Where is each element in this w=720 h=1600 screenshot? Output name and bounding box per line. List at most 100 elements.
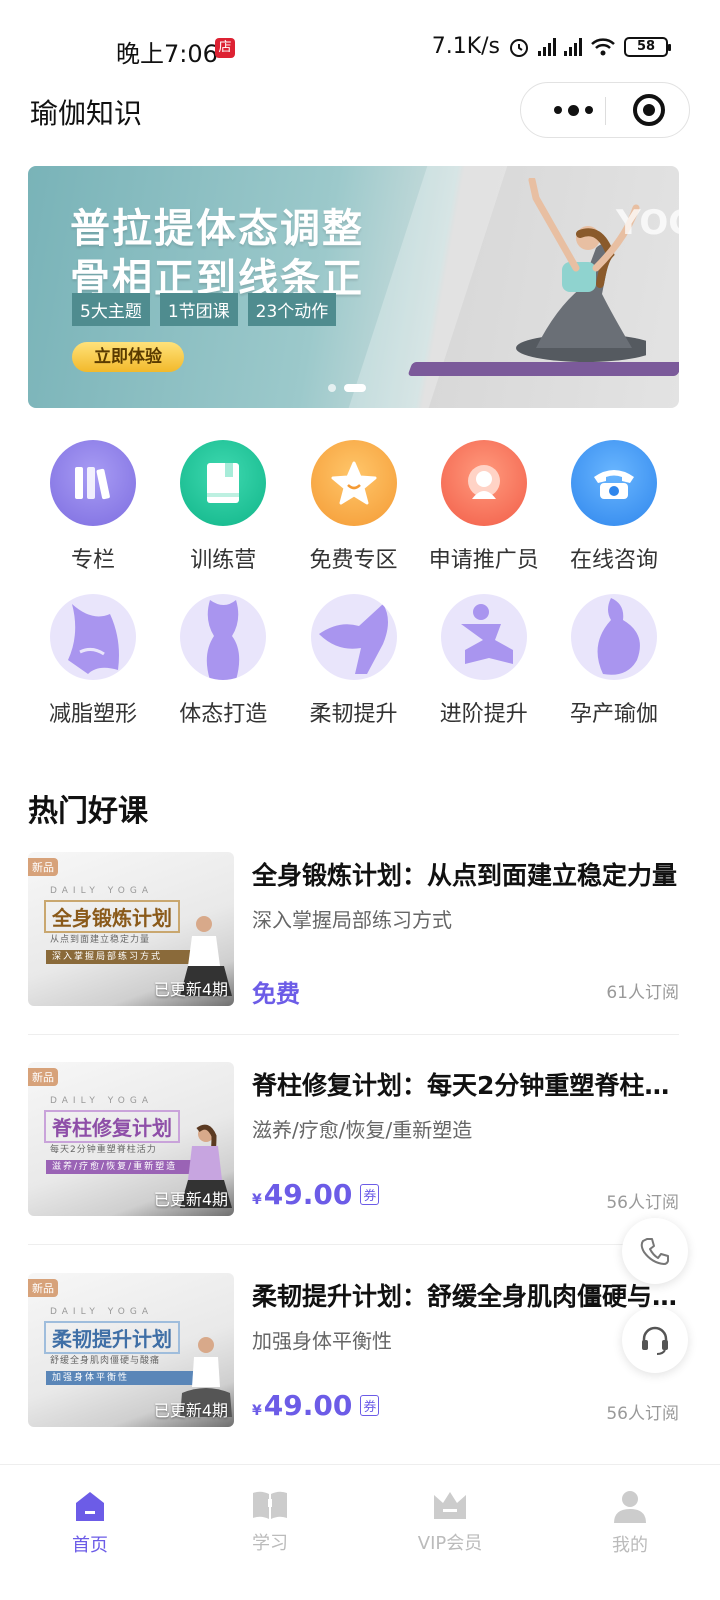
phone-call-button[interactable] xyxy=(622,1218,688,1284)
user-icon xyxy=(614,1491,646,1523)
dot-icon xyxy=(567,104,579,116)
waist-icon xyxy=(50,594,136,680)
course-card[interactable]: 新品 DAILY YOGA 柔韧提升计划 舒缓全身肌肉僵硬与酸痛 加强身体平衡性… xyxy=(28,1273,679,1433)
wifi-icon xyxy=(591,37,615,55)
alarm-icon xyxy=(510,38,528,57)
tab-home[interactable]: 首页 xyxy=(0,1465,180,1600)
more-button[interactable] xyxy=(543,83,603,137)
course-title: 柔韧提升计划：舒缓全身肌肉僵硬与酸痛 xyxy=(252,1282,679,1311)
grid-item-posture[interactable]: 体态打造 xyxy=(158,594,288,728)
thumb-brand: DAILY YOGA xyxy=(50,886,153,896)
home-icon xyxy=(76,1492,104,1521)
currency-symbol: ¥ xyxy=(252,1192,262,1208)
thumb-strip: 加强身体平衡性 xyxy=(46,1371,196,1385)
update-count: 已更新4期 xyxy=(153,1401,228,1420)
grid-item-advanced[interactable]: 进阶提升 xyxy=(419,594,549,728)
new-badge: 新品 xyxy=(28,1279,58,1297)
phone-icon xyxy=(640,1238,669,1265)
section-title-hot-courses: 热门好课 xyxy=(28,794,148,829)
tab-vip[interactable]: VIP会员 xyxy=(360,1465,540,1600)
stretch-icon xyxy=(310,594,397,680)
notebook-icon xyxy=(180,440,267,526)
grid-item-label: 专栏 xyxy=(70,548,115,573)
grid-item-label: 免费专区 xyxy=(309,548,398,573)
thumb-strip: 深入掌握局部练习方式 xyxy=(46,950,196,964)
course-card[interactable]: 新品 DAILY YOGA 脊柱修复计划 每天2分钟重塑脊柱活力 滋养/疗愈/恢… xyxy=(28,1062,679,1222)
pregnancy-icon xyxy=(571,594,657,680)
grid-item-flexibility[interactable]: 柔韧提升 xyxy=(289,594,419,728)
thumb-title: 柔韧提升计划 xyxy=(44,1321,180,1354)
customer-service-button[interactable] xyxy=(622,1307,688,1373)
banner-tags: 5大主题 1节团课 23个动作 xyxy=(72,293,337,326)
bottom-tab-bar: 首页 学习 VIP会员 我的 xyxy=(0,1464,720,1600)
battery-icon: 58 xyxy=(624,36,671,57)
promo-banner[interactable]: 普拉提体态调整 骨相正到线条正 5大主题 1节团课 23个动作 立即体验 YOG… xyxy=(28,166,679,408)
grid-item-column[interactable]: 专栏 xyxy=(28,440,158,574)
banner-side-text: YOGA xyxy=(616,203,679,243)
tab-label: 学习 xyxy=(252,1533,288,1554)
course-price: ¥ 49.00 券 xyxy=(252,1178,380,1211)
update-count: 已更新4期 xyxy=(153,980,228,999)
capsule-divider xyxy=(605,97,606,125)
course-card[interactable]: 新品 DAILY YOGA 全身锻炼计划 从点到面建立稳定力量 深入掌握局部练习… xyxy=(28,852,679,1012)
course-price: ¥ 49.00 券 xyxy=(252,1389,380,1422)
category-grid: 专栏 训练营 免费专区 申请推广员 在线咨询 减脂塑形 体态打造 柔韧提升 进阶… xyxy=(28,440,679,728)
crown-icon xyxy=(434,1492,466,1519)
grid-item-label: 柔韧提升 xyxy=(309,702,398,727)
grid-item-consult[interactable]: 在线咨询 xyxy=(549,440,679,574)
divider xyxy=(28,1244,679,1245)
signal-icon xyxy=(538,37,556,56)
status-time: 晚上7:06 xyxy=(116,40,218,68)
grid-item-label: 训练营 xyxy=(190,548,257,573)
grid-item-free-zone[interactable]: 免费专区 xyxy=(289,440,419,574)
tab-label: 我的 xyxy=(612,1535,648,1556)
grid-item-camp[interactable]: 训练营 xyxy=(158,440,288,574)
grid-item-label: 进阶提升 xyxy=(439,702,528,727)
subscriber-count: 56人订阅 xyxy=(606,1404,679,1424)
new-badge: 新品 xyxy=(28,1068,58,1086)
currency-symbol: ¥ xyxy=(252,1403,262,1419)
dot-icon xyxy=(584,106,593,114)
coupon-badge: 券 xyxy=(360,1395,380,1416)
books-icon xyxy=(50,440,136,526)
thumb-subtitle: 每天2分钟重塑脊柱活力 xyxy=(50,1145,157,1155)
signal-icon-2 xyxy=(564,37,582,56)
posture-icon xyxy=(180,594,267,680)
grid-item-fat-loss[interactable]: 减脂塑形 xyxy=(28,594,158,728)
update-count: 已更新4期 xyxy=(153,1190,228,1209)
course-title: 全身锻炼计划：从点到面建立稳定力量 xyxy=(252,861,678,890)
banner-tag: 23个动作 xyxy=(247,293,337,326)
thumb-title: 脊柱修复计划 xyxy=(44,1110,180,1143)
grid-row-2: 减脂塑形 体态打造 柔韧提升 进阶提升 孕产瑜伽 xyxy=(28,594,679,728)
course-description: 加强身体平衡性 xyxy=(252,1329,392,1353)
thumb-strip: 滋养/疗愈/恢复/重新塑造 xyxy=(46,1160,196,1174)
subscriber-count: 56人订阅 xyxy=(606,1193,679,1213)
pagination-dot-active xyxy=(344,384,366,392)
grid-item-promoter[interactable]: 申请推广员 xyxy=(419,440,549,574)
tab-label: 首页 xyxy=(72,1535,108,1556)
tab-profile[interactable]: 我的 xyxy=(540,1465,720,1600)
course-description: 滋养/疗愈/恢复/重新塑造 xyxy=(252,1118,473,1142)
banner-pagination xyxy=(328,384,366,392)
status-right: 7.1K/s 58 xyxy=(432,34,671,59)
star-icon xyxy=(310,440,397,526)
grid-item-prenatal[interactable]: 孕产瑜伽 xyxy=(549,594,679,728)
thumb-brand: DAILY YOGA xyxy=(50,1096,153,1106)
subscriber-count: 61人订阅 xyxy=(606,983,679,1003)
banner-tag: 1节团课 xyxy=(159,293,238,326)
thumb-subtitle: 从点到面建立稳定力量 xyxy=(50,935,151,945)
status-bar: 晚上7:06 店 7.1K/s 58 xyxy=(0,0,720,90)
new-badge: 新品 xyxy=(28,858,58,876)
course-title: 脊柱修复计划：每天2分钟重塑脊柱活力 xyxy=(252,1071,679,1100)
person-icon xyxy=(440,440,527,526)
dot-icon xyxy=(553,106,562,114)
thumb-title: 全身锻炼计划 xyxy=(44,900,180,933)
banner-cta-button[interactable]: 立即体验 xyxy=(72,342,184,372)
price-amount: 49.00 xyxy=(263,1178,353,1211)
tab-study[interactable]: 学习 xyxy=(180,1465,360,1600)
close-miniprogram-button[interactable] xyxy=(633,94,665,126)
course-description: 深入掌握局部练习方式 xyxy=(252,908,452,932)
course-thumbnail: 新品 DAILY YOGA 柔韧提升计划 舒缓全身肌肉僵硬与酸痛 加强身体平衡性… xyxy=(28,1273,234,1427)
course-thumbnail: 新品 DAILY YOGA 脊柱修复计划 每天2分钟重塑脊柱活力 滋养/疗愈/恢… xyxy=(28,1062,234,1216)
course-price-free: 免费 xyxy=(252,980,300,1008)
